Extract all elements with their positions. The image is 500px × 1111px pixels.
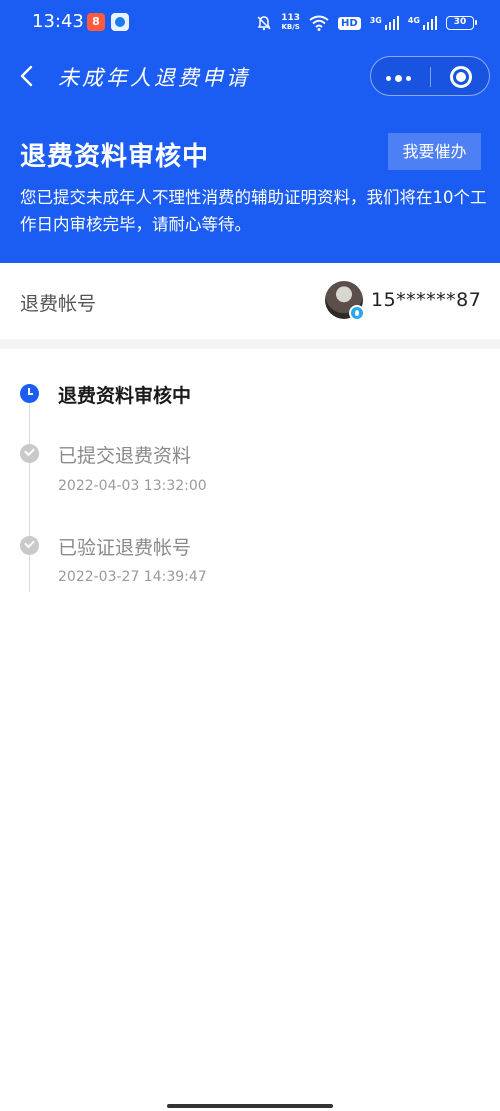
- review-status-title: 退费资料审核中: [20, 142, 210, 172]
- refund-account-label: 退费帐号: [20, 293, 97, 315]
- check-circle-icon: [20, 444, 39, 463]
- review-status-description: 您已提交未成年人不理性消费的辅助证明资料，我们将在10个工作日内审核完毕，请耐心…: [20, 188, 487, 234]
- status-icons: 113 KB/S HD 3G 4G 30: [256, 12, 477, 34]
- header-banner: 13:43 8 113 KB/S HD 3G 4G 30 未成年人退费申请 退费…: [0, 0, 500, 263]
- wifi-icon: [309, 15, 329, 31]
- timeline-title: 已提交退费资料: [58, 445, 192, 467]
- signal-4g-icon: 4G: [408, 16, 437, 30]
- hd-voice-badge: HD: [338, 16, 361, 30]
- navigation-bar: 未成年人退费申请: [0, 52, 500, 100]
- avatar: [325, 281, 365, 321]
- timeline-time: 2022-03-27 14:39:47: [58, 569, 207, 585]
- home-indicator[interactable]: [167, 1104, 333, 1108]
- status-time: 13:43: [32, 11, 84, 32]
- more-options-icon[interactable]: [386, 75, 411, 82]
- account-badge-icon: [349, 305, 365, 321]
- timeline-line: [29, 397, 30, 592]
- timeline-title: 已验证退费帐号: [58, 537, 192, 559]
- network-speed: 113 KB/S: [281, 13, 301, 32]
- app-badge-icon: 8: [87, 13, 105, 31]
- refund-account-row: 退费帐号 15******87: [0, 263, 500, 339]
- miniprogram-capsule: [370, 56, 490, 96]
- close-miniprogram-icon[interactable]: [450, 66, 472, 88]
- page-title: 未成年人退费申请: [58, 66, 250, 90]
- clock-icon: [20, 384, 39, 403]
- signal-3g-icon: 3G: [370, 16, 399, 30]
- urge-button[interactable]: 我要催办: [388, 133, 481, 170]
- app-circle-icon: [111, 13, 129, 31]
- back-arrow-icon[interactable]: [16, 62, 40, 90]
- timeline-title: 退费资料审核中: [58, 385, 192, 407]
- status-bar: 13:43 8 113 KB/S HD 3G 4G 30: [0, 0, 500, 46]
- capsule-divider: [430, 67, 431, 87]
- check-circle-icon: [20, 536, 39, 555]
- timeline-time: 2022-04-03 13:32:00: [58, 478, 207, 494]
- battery-icon: 30: [446, 16, 477, 30]
- section-divider: [0, 339, 500, 349]
- bell-muted-icon: [257, 16, 271, 31]
- account-number: 15******87: [371, 289, 482, 311]
